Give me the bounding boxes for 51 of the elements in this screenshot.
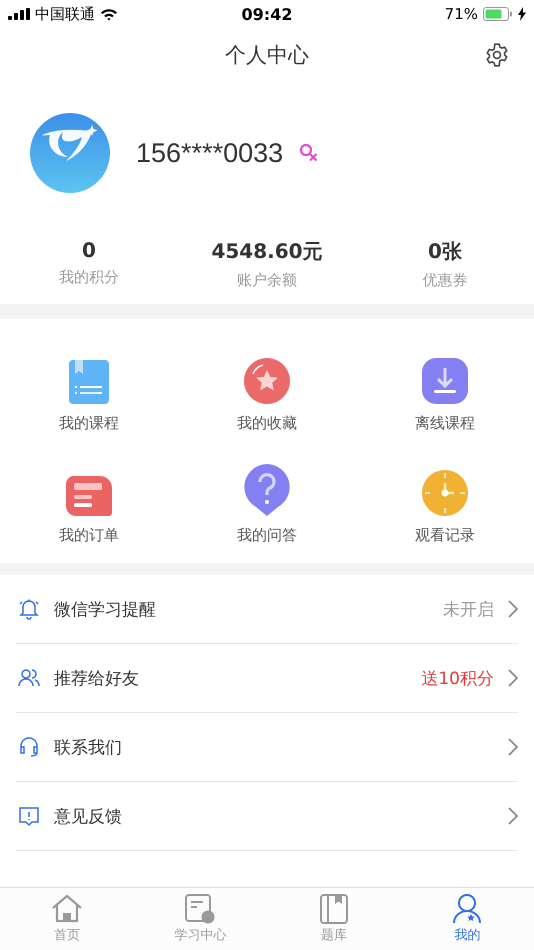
- tab-item[interactable]: 我的: [400, 888, 534, 950]
- download-icon[interactable]: [422, 358, 468, 404]
- charging-icon: [518, 7, 526, 21]
- chevron-icon: [508, 738, 518, 756]
- shortcut-label[interactable]: 观看记录: [415, 526, 475, 545]
- feedback-icon: [18, 805, 40, 827]
- question-icon[interactable]: [244, 464, 290, 516]
- menu-label: 意见反馈: [54, 806, 123, 828]
- stat-value: 4548.60元: [211, 238, 323, 265]
- menu-label: 联系我们: [54, 736, 123, 758]
- menu-row[interactable]: 微信学习提醒 未开启: [16, 575, 518, 644]
- receipt-icon[interactable]: [66, 476, 112, 516]
- shortcut-label[interactable]: 我的收藏: [237, 414, 297, 433]
- chevron-icon: [508, 600, 518, 618]
- menu-row[interactable]: 联系我们: [16, 713, 518, 782]
- wifi-icon: [100, 8, 118, 20]
- signal-icon: [8, 8, 30, 20]
- settings-icon[interactable]: [484, 42, 510, 68]
- document-icon: [185, 894, 216, 924]
- avatar-logo[interactable]: [30, 113, 110, 193]
- shortcut-label[interactable]: 我的课程: [59, 414, 119, 433]
- chevron-icon: [508, 807, 518, 825]
- bell-icon: [18, 598, 40, 620]
- shortcut-label[interactable]: 离线课程: [415, 414, 475, 433]
- book-icon[interactable]: [69, 360, 109, 404]
- shortcut-label[interactable]: 我的问答: [237, 526, 297, 545]
- user-phone: 156****0033: [136, 138, 284, 168]
- stat-label: 优惠券: [422, 271, 468, 290]
- menu-label: 推荐给好友: [54, 668, 140, 690]
- chevron-icon: [508, 669, 518, 687]
- user-icon: [452, 894, 482, 924]
- headset-icon: [18, 736, 40, 758]
- stat-value: 0: [82, 238, 96, 262]
- menu-row[interactable]: 推荐给好友 送10积分: [16, 644, 518, 713]
- status-time: 09:42: [242, 4, 292, 24]
- menu-value: 送10积分: [421, 668, 494, 690]
- battery-percent: 71%: [444, 5, 478, 23]
- stat-label: 我的积分: [59, 268, 119, 287]
- menu-label: 微信学习提醒: [54, 598, 157, 620]
- menu-row[interactable]: 意见反馈: [16, 782, 518, 851]
- page-title: 个人中心: [225, 42, 309, 69]
- menu-value: 未开启: [443, 598, 494, 620]
- book-icon: [320, 894, 348, 924]
- clock-icon[interactable]: [422, 470, 468, 516]
- shortcut-label[interactable]: 我的订单: [59, 526, 119, 545]
- stat-label: 账户余额: [237, 271, 297, 290]
- stat-value: 0张: [428, 238, 462, 265]
- people-icon: [18, 667, 40, 689]
- carrier-name: 中国联通: [35, 4, 95, 24]
- battery-icon: [483, 7, 513, 21]
- home-icon: [50, 894, 84, 924]
